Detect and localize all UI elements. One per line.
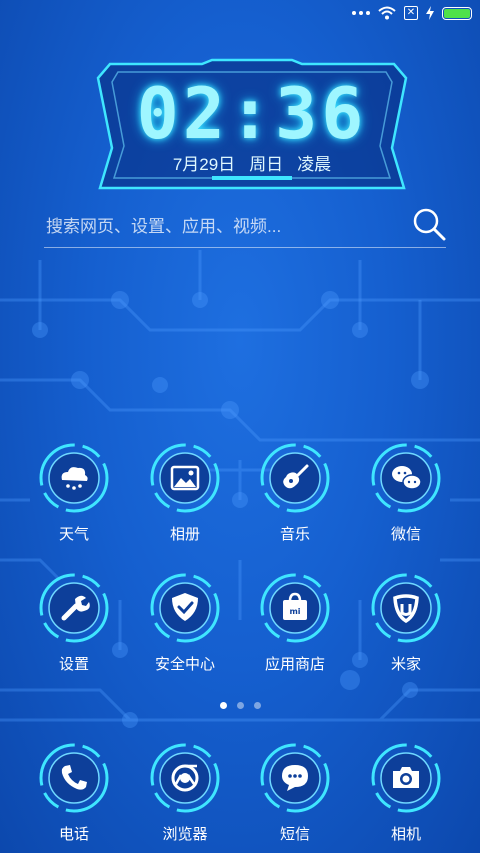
guitar-icon <box>260 443 330 513</box>
status-bar: ✕ <box>0 0 480 28</box>
search-bar[interactable] <box>44 205 446 248</box>
search-input[interactable] <box>44 213 398 241</box>
page-indicator[interactable] <box>0 702 480 709</box>
gallery-image-icon <box>150 443 220 513</box>
svg-text:mi: mi <box>289 607 300 616</box>
page-dot[interactable] <box>253 702 261 709</box>
app-label: 浏览器 <box>162 826 208 843</box>
app-security[interactable]: 安全中心 <box>130 573 240 674</box>
app-mijia[interactable]: 米家 <box>351 573 461 674</box>
mijia-icon <box>371 573 441 643</box>
clock-weekday: 周日 <box>249 155 284 174</box>
app-label: 天气 <box>58 526 89 543</box>
page-dot-active[interactable] <box>219 702 227 709</box>
clock-period: 凌晨 <box>297 155 332 174</box>
app-label: 音乐 <box>279 526 310 543</box>
app-music[interactable]: 音乐 <box>240 443 350 544</box>
shopping-bag-mi-icon: mi <box>260 573 330 643</box>
app-label: 电话 <box>58 826 89 843</box>
clock-date-day: 7月29日 <box>172 155 236 174</box>
app-gallery[interactable]: 相册 <box>130 443 240 544</box>
battery-icon <box>442 6 472 20</box>
clock-time[interactable]: 02:36 <box>92 76 412 152</box>
dock-messages[interactable]: 短信 <box>240 743 350 844</box>
phone-icon <box>39 743 109 813</box>
app-label: 短信 <box>279 826 310 843</box>
weather-cloud-rain-icon <box>39 443 109 513</box>
app-label: 安全中心 <box>154 656 215 673</box>
sim-x-icon: ✕ <box>404 6 418 20</box>
more-dots-icon <box>352 11 370 15</box>
browser-icon <box>150 743 220 813</box>
wechat-icon <box>371 443 441 513</box>
app-label: 相册 <box>169 526 200 543</box>
app-weather[interactable]: 天气 <box>19 443 129 544</box>
app-store[interactable]: mi 应用商店 <box>240 573 350 674</box>
app-label: 米家 <box>390 656 421 673</box>
app-label: 微信 <box>390 526 421 543</box>
search-icon[interactable] <box>412 207 446 241</box>
clock-date[interactable]: 7月29日 周日 凌晨 <box>92 150 412 175</box>
camera-icon <box>371 743 441 813</box>
dock-phone[interactable]: 电话 <box>19 743 129 844</box>
dock-camera[interactable]: 相机 <box>351 743 461 844</box>
app-settings[interactable]: 设置 <box>19 573 129 674</box>
wrench-icon <box>39 573 109 643</box>
charging-bolt-icon <box>426 6 434 20</box>
dock-browser[interactable]: 浏览器 <box>130 743 240 844</box>
app-label: 设置 <box>58 656 89 673</box>
page-dot[interactable] <box>236 702 244 709</box>
shield-check-icon <box>150 573 220 643</box>
app-label: 应用商店 <box>264 656 325 673</box>
app-wechat[interactable]: 微信 <box>351 443 461 544</box>
wifi-icon <box>378 6 396 20</box>
message-bubble-icon <box>260 743 330 813</box>
app-label: 相机 <box>390 826 421 843</box>
